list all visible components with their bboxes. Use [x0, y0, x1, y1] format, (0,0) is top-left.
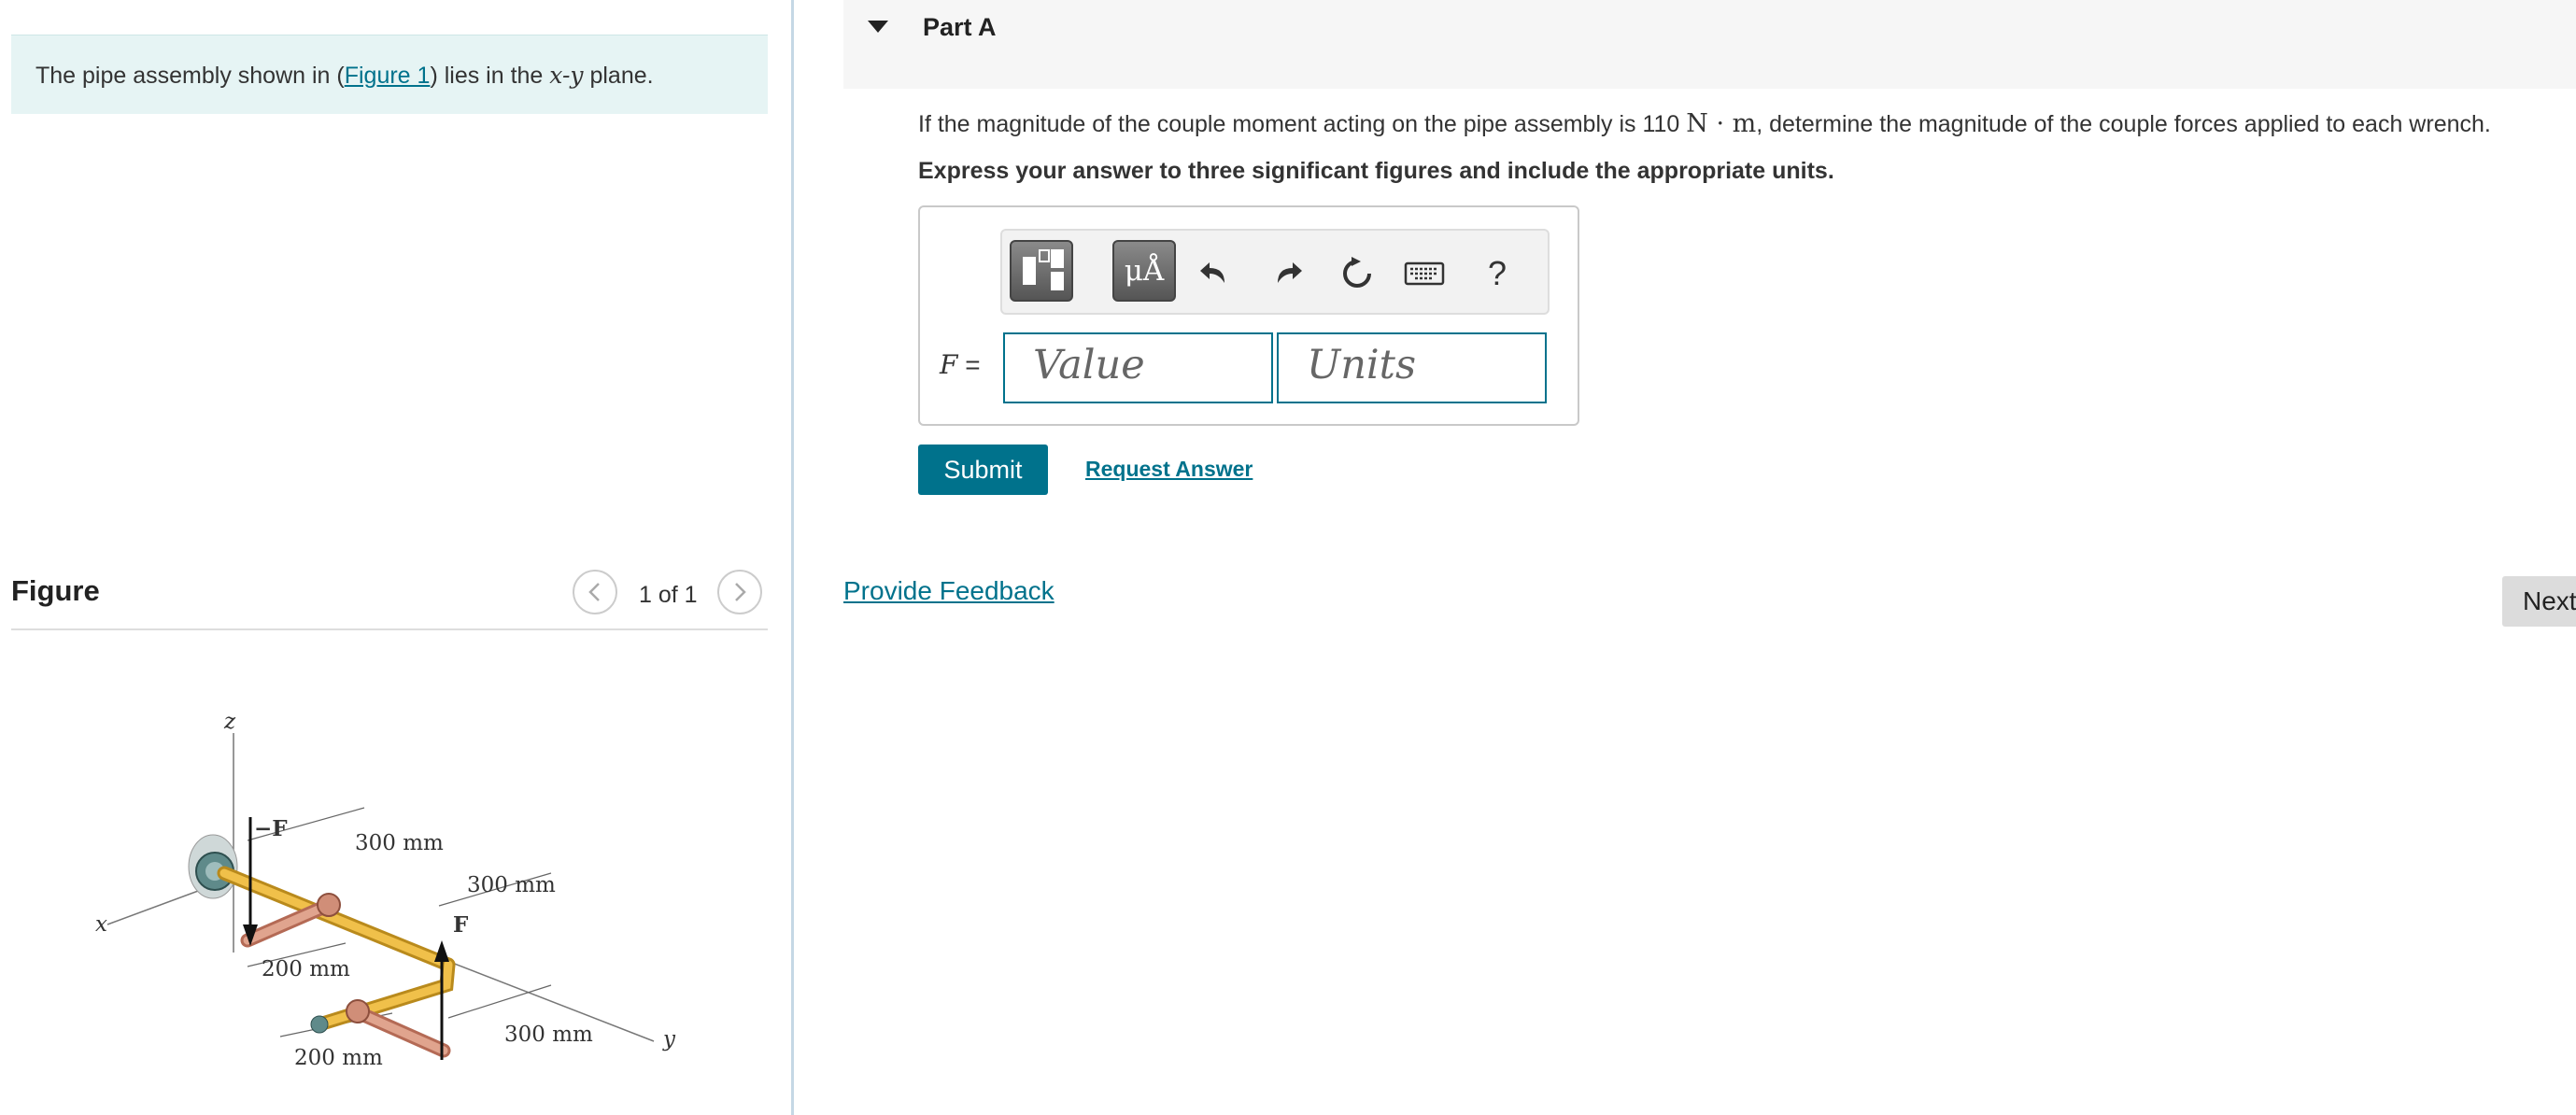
provide-feedback-link[interactable]: Provide Feedback	[843, 576, 1054, 606]
figure-header: Figure 1 of 1	[11, 565, 768, 630]
part-a-header[interactable]: Part A	[843, 0, 2576, 89]
dimension-label-200-a: 200 mm	[262, 957, 350, 981]
templates-button[interactable]	[1010, 240, 1073, 302]
y-axis-label: y	[662, 1027, 676, 1051]
problem-statement: The pipe assembly shown in (Figure 1) li…	[11, 35, 768, 114]
help-button[interactable]: ?	[1477, 253, 1518, 294]
column-divider	[791, 0, 794, 1115]
x-axis-label: x	[95, 912, 107, 937]
answer-variable-label: F =	[940, 349, 981, 380]
z-axis-label: z	[223, 710, 236, 734]
units-input[interactable]: Units	[1277, 332, 1547, 403]
request-answer-link[interactable]: Request Answer	[1085, 457, 1253, 482]
keyboard-icon[interactable]	[1404, 253, 1445, 294]
caret-down-icon[interactable]	[868, 21, 888, 33]
figure-link[interactable]: Figure 1	[345, 63, 431, 89]
figure-pager: 1 of 1	[639, 582, 698, 608]
force-label: F	[453, 912, 469, 938]
template-icon	[1023, 249, 1064, 290]
symbols-button[interactable]: μÅ	[1112, 240, 1176, 302]
answer-instruction: Express your answer to three significant…	[918, 158, 1834, 184]
problem-text-end: plane.	[583, 63, 654, 89]
figure-next-button[interactable]	[717, 570, 762, 614]
chevron-left-icon	[588, 583, 600, 601]
dimension-label-300-b: 300 mm	[467, 873, 556, 897]
question-before: If the magnitude of the couple moment ac…	[918, 111, 1687, 137]
problem-text-before: The pipe assembly shown in (	[35, 63, 345, 89]
question-after: , determine the magnitude of the couple …	[1756, 111, 2491, 137]
question-unit: N · m	[1686, 109, 1757, 138]
value-input[interactable]: Value	[1003, 332, 1273, 403]
plane-math: x-y	[549, 62, 584, 89]
chevron-right-icon	[735, 583, 746, 601]
reset-icon[interactable]	[1337, 253, 1378, 294]
next-button[interactable]: Next	[2502, 576, 2576, 627]
submit-button[interactable]: Submit	[918, 445, 1048, 495]
undo-icon[interactable]	[1195, 253, 1236, 294]
variable-name: F	[940, 349, 958, 380]
part-title: Part A	[923, 13, 997, 41]
figure-prev-button[interactable]	[573, 570, 617, 614]
figure-title: Figure	[11, 574, 100, 607]
redo-icon[interactable]	[1267, 253, 1308, 294]
problem-text-after: ) lies in the	[430, 63, 550, 89]
question-text: If the magnitude of the couple moment ac…	[918, 109, 2491, 138]
answer-box: μÅ ? F = Value Units	[918, 205, 1579, 426]
neg-force-label: −F	[254, 816, 288, 841]
dimension-label-200-b: 200 mm	[294, 1046, 383, 1070]
equals-sign: =	[965, 350, 981, 379]
dimension-label-300-a: 300 mm	[355, 831, 444, 855]
pipe-assembly-figure: z x y −F F 300 mm 300 mm 300 mm 200 mm 2…	[95, 710, 676, 1070]
dimension-label-300-c: 300 mm	[504, 1023, 593, 1047]
left-column: The pipe assembly shown in (Figure 1) li…	[0, 0, 792, 1115]
math-toolbar: μÅ ?	[1000, 229, 1550, 315]
